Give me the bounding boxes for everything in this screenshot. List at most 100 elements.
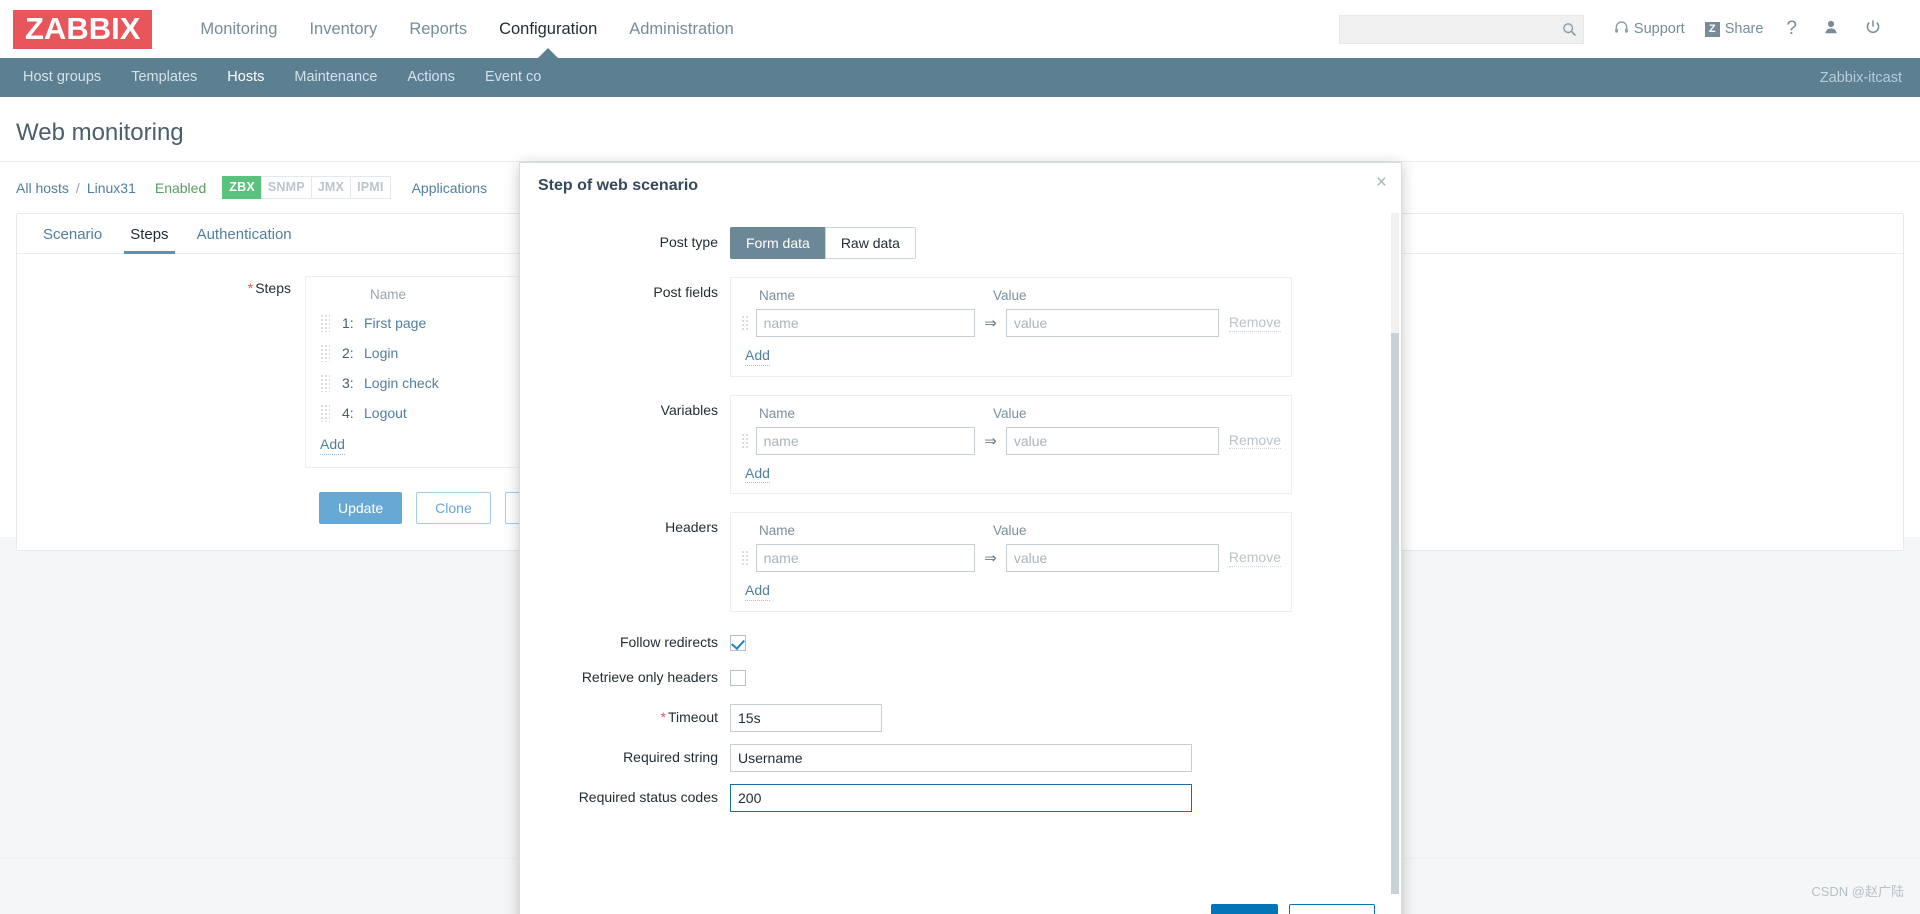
- menu-item-monitoring[interactable]: Monitoring: [184, 0, 293, 58]
- zabbix-share-icon: Z: [1704, 21, 1720, 37]
- tab-steps[interactable]: Steps: [116, 214, 182, 254]
- drag-handle-icon[interactable]: [741, 550, 749, 566]
- subnav-item-hosts[interactable]: Hosts: [212, 58, 279, 97]
- drag-handle-icon[interactable]: [741, 432, 749, 449]
- zabbix-logo[interactable]: ZABBIX: [13, 9, 153, 49]
- subnav-item-host-groups[interactable]: Host groups: [8, 58, 116, 97]
- subnav-item-templates[interactable]: Templates: [116, 58, 212, 97]
- support-button[interactable]: Support: [1604, 20, 1695, 39]
- share-label: Share: [1724, 21, 1764, 37]
- arrow-right-icon: ⇒: [984, 550, 997, 567]
- timeout-label-text: Timeout: [667, 709, 718, 726]
- variable-value-input[interactable]: [1005, 426, 1219, 455]
- drag-handle-icon[interactable]: [741, 315, 749, 331]
- headers-label: Headers: [665, 519, 718, 535]
- variables-header: Name Value: [741, 402, 1281, 425]
- tab-authentication[interactable]: Authentication: [183, 214, 306, 253]
- update-button[interactable]: Update: [319, 491, 403, 524]
- drag-handle-icon[interactable]: [320, 314, 330, 332]
- header-remove-link[interactable]: Remove: [1228, 549, 1281, 567]
- timeout-label: * Timeout: [520, 704, 730, 732]
- interface-badge-zbx: ZBX: [222, 176, 262, 199]
- step-name-link[interactable]: Login check: [364, 375, 439, 391]
- required-string-label: Required string: [623, 749, 718, 766]
- menu-item-administration[interactable]: Administration: [613, 0, 750, 58]
- subnav-item-actions[interactable]: Actions: [392, 58, 470, 97]
- timeout-input[interactable]: [730, 704, 882, 733]
- user-icon: [1823, 19, 1839, 39]
- variable-name-input[interactable]: [755, 426, 976, 455]
- headers-add-link[interactable]: Add: [745, 582, 770, 601]
- csdn-watermark: CSDN @赵广陆: [1811, 884, 1904, 899]
- dialog-scrollbar-thumb[interactable]: [1391, 333, 1399, 894]
- tab-scenario[interactable]: Scenario: [29, 214, 116, 253]
- step-number: 1:: [342, 315, 354, 331]
- subnav-item-event-correlation[interactable]: Event co: [470, 58, 556, 97]
- step-name-link[interactable]: Logout: [364, 405, 407, 421]
- breadcrumb-host[interactable]: Linux31: [87, 180, 136, 196]
- user-profile-button[interactable]: [1810, 19, 1852, 39]
- headers-table: Name Value ⇒ Remove Add: [730, 512, 1292, 612]
- interface-badge-jmx: JMX: [310, 176, 352, 199]
- required-status-codes-label: Required status codes: [578, 789, 718, 806]
- add-step-link[interactable]: Add: [320, 436, 345, 455]
- step-of-web-scenario-dialog: Step of web scenario × Add Post type: [519, 162, 1402, 914]
- retrieve-only-headers-checkbox[interactable]: [730, 670, 746, 687]
- search-box[interactable]: [1338, 14, 1584, 44]
- variable-remove-link[interactable]: Remove: [1228, 432, 1281, 450]
- post-field-name-input[interactable]: [755, 309, 976, 337]
- breadcrumb-all-hosts[interactable]: All hosts: [16, 180, 69, 196]
- required-status-codes-row: Required status codes: [520, 784, 1375, 813]
- retrieve-only-headers-label: Retrieve only headers: [581, 669, 718, 686]
- post-field-remove-link[interactable]: Remove: [1228, 314, 1281, 332]
- variables-table: Name Value ⇒ Remove Add: [730, 394, 1292, 494]
- post-fields-header: Name Value: [741, 284, 1281, 307]
- page-title: Web monitoring: [0, 97, 1920, 162]
- help-button[interactable]: ?: [1773, 18, 1810, 40]
- header-right-tools: Support Z Share ?: [1338, 14, 1894, 44]
- drag-handle-icon[interactable]: [320, 344, 330, 362]
- interface-badge-snmp: SNMP: [260, 176, 312, 199]
- close-icon[interactable]: ×: [1376, 173, 1387, 192]
- search-input[interactable]: [1349, 20, 1562, 38]
- headers-row-1: ⇒ Remove: [741, 542, 1281, 574]
- post-fields-table: Name Value ⇒ Remove Add: [730, 277, 1292, 377]
- required-asterisk: *: [660, 709, 666, 726]
- header-name-input[interactable]: [755, 544, 976, 572]
- subnav-item-maintenance[interactable]: Maintenance: [279, 58, 392, 97]
- step-number: 3:: [342, 375, 354, 391]
- signout-button[interactable]: [1852, 19, 1894, 39]
- step-name-link[interactable]: First page: [364, 315, 426, 331]
- retrieve-only-headers-row: Retrieve only headers: [520, 669, 1375, 687]
- follow-redirects-row: Follow redirects: [520, 634, 1375, 651]
- post-fields-label: Post fields: [653, 284, 718, 300]
- follow-redirects-checkbox[interactable]: [730, 634, 746, 651]
- breadcrumb-applications[interactable]: Applications: [412, 180, 488, 196]
- menu-item-reports[interactable]: Reports: [393, 0, 483, 58]
- post-fields-add-link[interactable]: Add: [745, 347, 770, 366]
- variables-add-link[interactable]: Add: [745, 465, 770, 483]
- step-name-link[interactable]: Login: [364, 345, 398, 361]
- variables-row: Variables Name Value ⇒: [520, 394, 1375, 494]
- drag-handle-icon[interactable]: [320, 404, 330, 422]
- drag-handle-icon[interactable]: [320, 374, 330, 392]
- arrow-right-icon: ⇒: [984, 315, 997, 332]
- menu-item-inventory[interactable]: Inventory: [293, 0, 393, 58]
- required-string-input[interactable]: [730, 744, 1192, 773]
- search-icon[interactable]: [1562, 22, 1577, 37]
- clone-button[interactable]: Clone: [416, 491, 491, 524]
- share-button[interactable]: Z Share: [1695, 21, 1774, 37]
- post-field-value-input[interactable]: [1005, 309, 1219, 337]
- steps-label-text: Steps: [255, 280, 291, 296]
- dialog-add-button[interactable]: Add: [1211, 904, 1279, 914]
- subnav-username: Zabbix-itcast: [1819, 69, 1902, 86]
- header-value-input[interactable]: [1005, 544, 1219, 572]
- variables-add-row: Add: [741, 457, 1281, 483]
- menu-item-configuration[interactable]: Configuration: [483, 0, 613, 58]
- required-status-codes-input[interactable]: [730, 784, 1192, 813]
- headers-col-name: Name: [759, 523, 796, 538]
- post-type-form-data-option[interactable]: Form data: [730, 227, 826, 259]
- dialog-scrollbar[interactable]: [1391, 213, 1399, 894]
- post-type-raw-data-option[interactable]: Raw data: [824, 227, 916, 259]
- dialog-cancel-button[interactable]: Cancel: [1289, 904, 1375, 914]
